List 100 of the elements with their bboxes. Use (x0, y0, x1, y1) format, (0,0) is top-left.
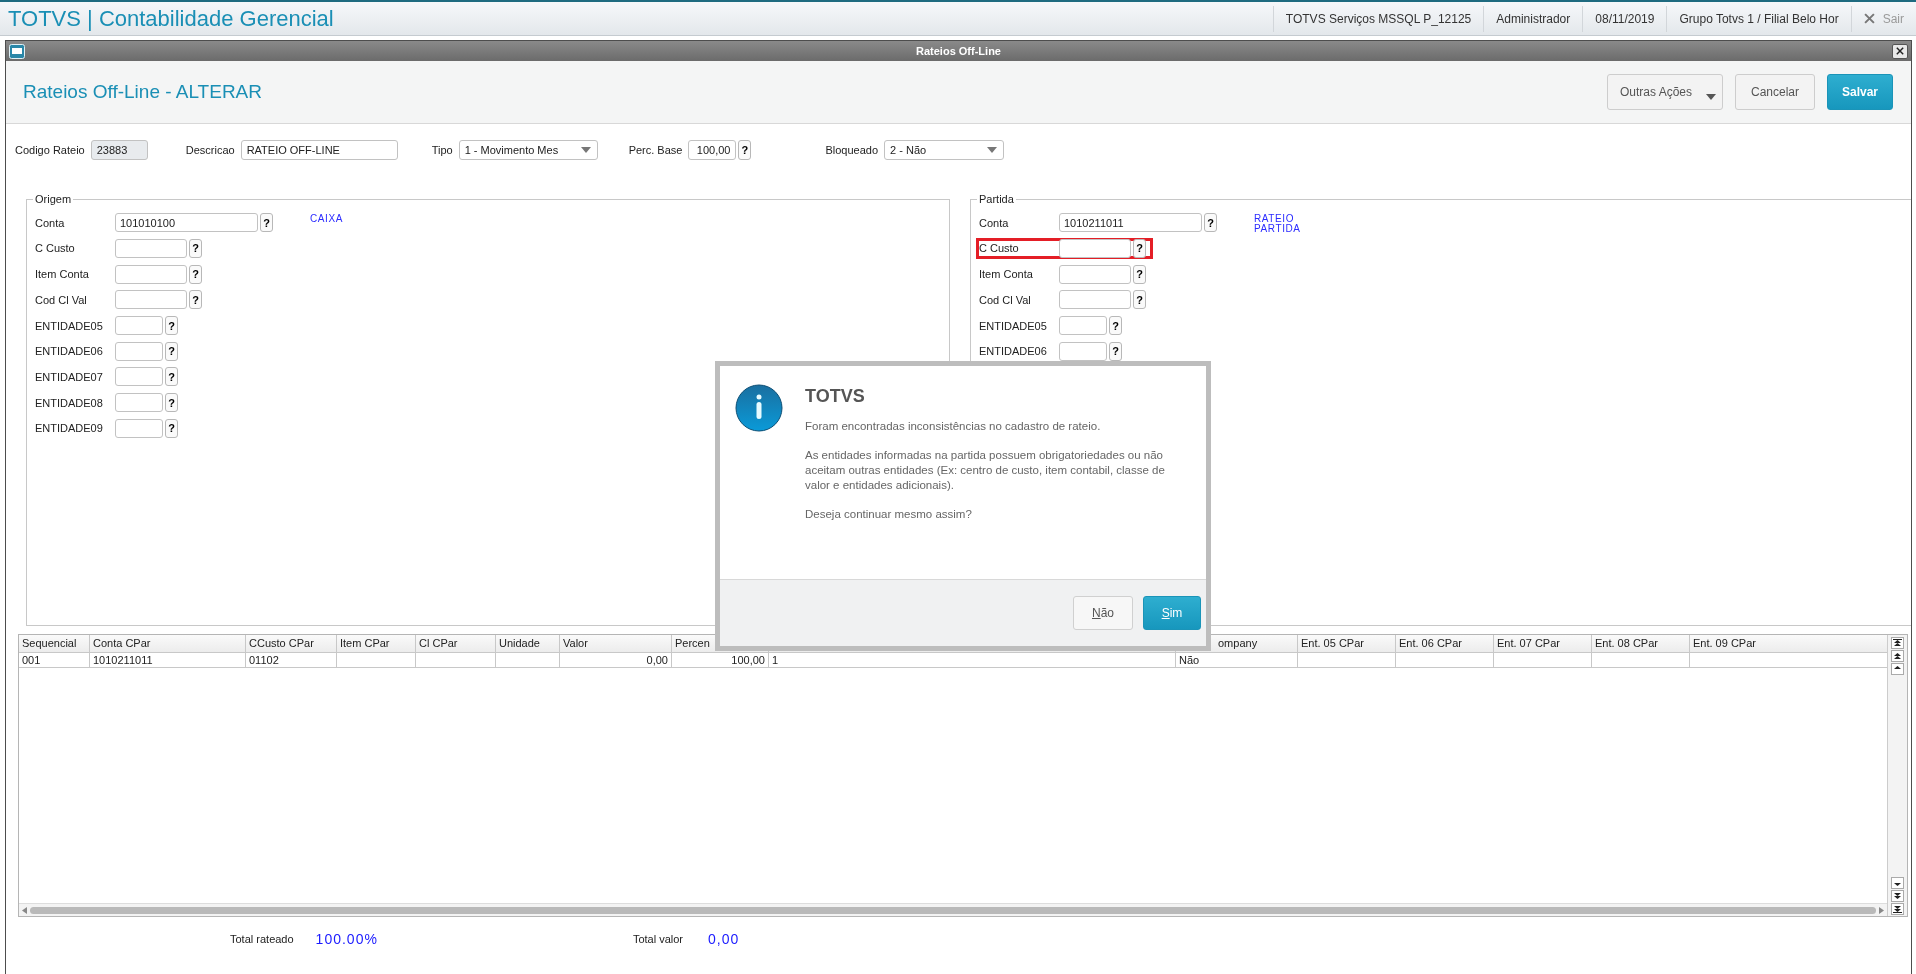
total-value: 100.00% (315, 931, 378, 947)
field-label: ENTIDADE07 (35, 370, 104, 383)
description-text: CAIXA (310, 214, 344, 224)
column-header[interactable]: Ent. 09 CPar (1690, 635, 1887, 653)
lookup-button[interactable]: ? (260, 213, 273, 233)
lookup-button[interactable]: ? (1109, 316, 1122, 335)
column-header[interactable]: Valor (560, 635, 672, 653)
text-field[interactable] (115, 264, 187, 284)
column-header[interactable]: Ent. 07 CPar (1494, 635, 1592, 653)
text-field[interactable] (1059, 341, 1107, 361)
field-label: Cod Cl Val (35, 293, 88, 306)
text-field[interactable] (115, 316, 163, 335)
message-text: Foram encontradas inconsistências no cadastro de rateio. (805, 419, 1102, 434)
close-icon (1896, 47, 1904, 55)
table-cell (496, 653, 560, 668)
text-field: 23883 (90, 140, 148, 160)
message-text: Deseja continuar mesmo assim? (805, 507, 973, 522)
text-field[interactable] (115, 238, 187, 258)
column-header[interactable]: Unidade (496, 635, 560, 653)
scroll-bottom-icon (1893, 905, 1902, 913)
cancel-button[interactable]: Cancelar (1735, 74, 1815, 110)
table-cell: 1010211011 (90, 653, 246, 668)
text-field[interactable] (115, 418, 163, 438)
text-field[interactable]: RATEIO OFF-LINE (240, 140, 398, 160)
field-label: ENTIDADE08 (35, 396, 104, 409)
field-label: Conta (979, 216, 1010, 229)
scroll-button[interactable] (1891, 650, 1904, 662)
column-header[interactable]: Ent. 08 CPar (1592, 635, 1690, 653)
column-header[interactable]: Ent. 06 CPar (1396, 635, 1494, 653)
table-cell: 01102 (246, 653, 337, 668)
text-field[interactable] (1059, 238, 1131, 258)
column-header[interactable]: Item CPar (337, 635, 416, 653)
lookup-button[interactable]: ? (189, 264, 202, 284)
text-field[interactable] (1059, 316, 1107, 335)
field-label: C Custo (979, 242, 1020, 255)
app-title: TOTVS | Contabilidade Gerencial (7, 5, 335, 32)
text-field[interactable]: 100,00 (688, 140, 737, 160)
scroll-button[interactable] (1891, 890, 1904, 902)
info-icon (735, 384, 783, 432)
description-text: RATEIO PARTIDA (1254, 214, 1302, 234)
lookup-button[interactable]: ? (738, 140, 752, 160)
lookup-button[interactable]: ? (1133, 264, 1146, 284)
total-label: Total rateado (230, 933, 294, 945)
lookup-button[interactable]: ? (165, 341, 178, 361)
field-label: Perc. Base (628, 144, 683, 156)
table-cell: 1 (769, 653, 1176, 668)
dropdown[interactable]: 2 - Não (884, 140, 1005, 160)
table-cell: 001 (19, 653, 90, 668)
status-item: Administrador (1483, 5, 1583, 32)
text-field[interactable] (1059, 290, 1131, 310)
dialog-title: TOTVS (805, 386, 866, 407)
lookup-button[interactable]: ? (165, 418, 178, 438)
column-header[interactable]: Conta CPar (90, 635, 246, 653)
text-field[interactable] (115, 367, 163, 387)
text-field[interactable] (1059, 264, 1131, 284)
lookup-button[interactable]: ? (1109, 341, 1122, 361)
lookup-button[interactable]: ? (1204, 213, 1217, 233)
status-item: Grupo Totvs 1 / Filial Belo Hor (1666, 5, 1851, 32)
lookup-button[interactable]: ? (165, 367, 178, 387)
menu-button[interactable]: Outras Ações (1607, 74, 1723, 110)
text-field[interactable]: 1010211011 (1059, 213, 1202, 233)
page-heading: Rateios Off-Line - ALTERAR (23, 81, 263, 103)
field-label: Descricao (185, 144, 235, 156)
lookup-button[interactable]: ? (165, 316, 178, 335)
lookup-button[interactable]: ? (165, 393, 178, 413)
field-label: Bloqueado (825, 144, 879, 156)
status-item: TOTVS Serviços MSSQL P_12125 (1272, 5, 1484, 32)
text-field[interactable] (115, 393, 163, 413)
field-label: ENTIDADE09 (35, 422, 104, 435)
lookup-button[interactable]: ? (189, 238, 202, 258)
column-header[interactable]: Cl CPar (416, 635, 496, 653)
cancel-button[interactable]: Não (1073, 596, 1133, 630)
text-field[interactable]: 101010100 (115, 213, 258, 233)
field-label: Item Conta (979, 268, 1034, 281)
total-value: 0,00 (708, 931, 740, 947)
scroll-thumb[interactable] (30, 906, 1876, 914)
right-arrow-icon (1879, 906, 1884, 914)
window-title: Rateios Off-Line (916, 45, 1001, 57)
table-cell: 0,00 (560, 653, 672, 668)
page-up-icon (1893, 652, 1902, 660)
left-arrow-icon (22, 906, 27, 914)
scroll-button[interactable] (1891, 877, 1904, 889)
scroll-button[interactable] (1891, 637, 1904, 649)
text-field[interactable] (115, 341, 163, 361)
text-field[interactable] (115, 290, 187, 310)
column-header[interactable]: Ent. 05 CPar (1298, 635, 1396, 653)
field-label: ENTIDADE06 (979, 345, 1048, 358)
lookup-button[interactable]: ? (189, 290, 202, 310)
group-title: Origem (33, 193, 74, 205)
total-label: Total valor (632, 933, 684, 945)
column-header[interactable]: CCusto CPar (246, 635, 337, 653)
scroll-button[interactable] (1891, 663, 1904, 675)
dropdown[interactable]: 1 - Movimento Mes (458, 140, 598, 160)
caret-icon (580, 147, 591, 153)
field-label: ENTIDADE06 (35, 345, 104, 358)
scroll-button[interactable] (1891, 903, 1904, 915)
lookup-button[interactable]: ? (1133, 238, 1146, 258)
column-header[interactable]: Sequencial (19, 635, 90, 653)
close-button[interactable] (1892, 43, 1908, 59)
lookup-button[interactable]: ? (1133, 290, 1146, 310)
